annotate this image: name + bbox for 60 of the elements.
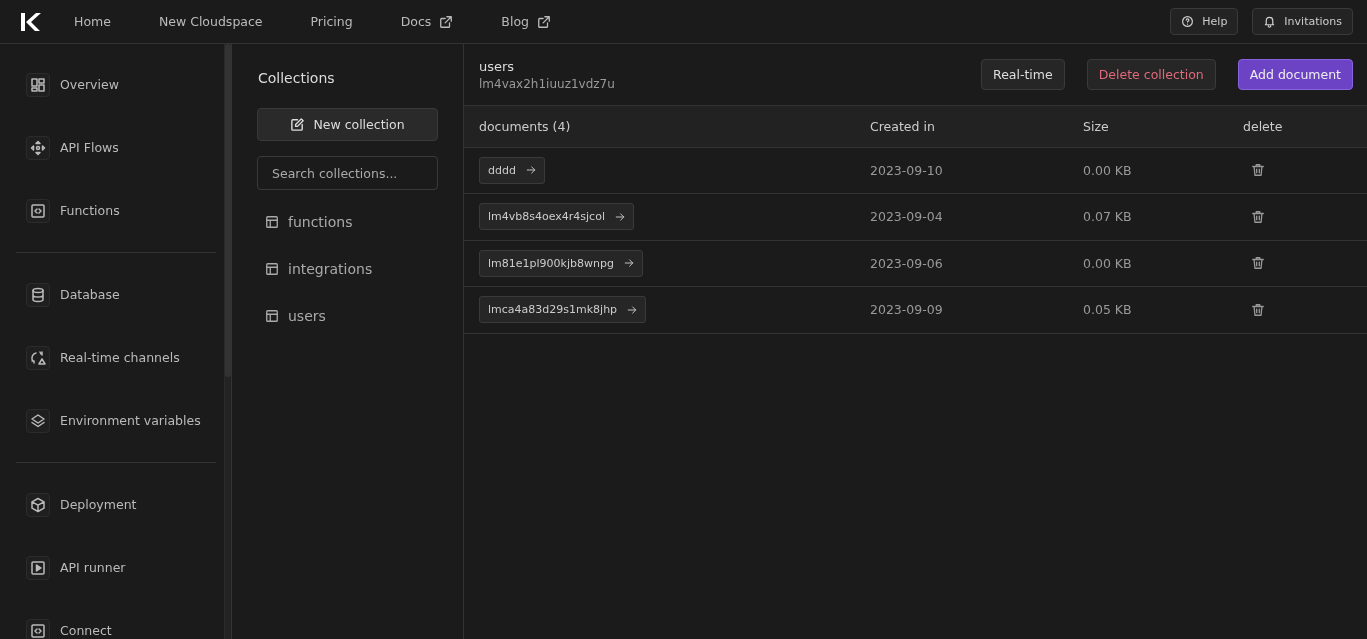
delete-icon[interactable] <box>1251 302 1265 317</box>
table-cell: 0.07 KB <box>1068 193 1228 240</box>
sidebar-item[interactable]: Environment variables <box>16 389 216 452</box>
arrow-right-icon <box>614 211 625 222</box>
table-icon <box>265 214 279 229</box>
table-cell: 2023-09-04 <box>855 193 1068 240</box>
add-document-button[interactable]: Add document <box>1237 59 1353 90</box>
nav-link[interactable]: Pricing <box>310 14 353 29</box>
sidebar-item[interactable]: API runner <box>16 536 216 599</box>
column-header: Size <box>1068 106 1228 147</box>
arrow-right-icon <box>627 304 638 315</box>
nav-link[interactable]: New Cloudspace <box>158 14 263 29</box>
collection-item[interactable]: functions <box>257 198 438 245</box>
realtime-button[interactable]: Real-time <box>981 59 1065 90</box>
search-field[interactable]: Search collections... <box>257 156 438 190</box>
column-header: documents (4) <box>464 106 855 147</box>
table-cell: 0.05 KB <box>1068 286 1228 333</box>
collection-item[interactable]: integrations <box>257 245 438 292</box>
sidebar-item[interactable]: Connect <box>16 599 216 639</box>
help-icon <box>1181 15 1195 28</box>
table-cell: 2023-09-06 <box>855 240 1068 287</box>
arrow-right-icon <box>525 165 536 176</box>
document-link-button[interactable]: lm81e1pl900kjb8wnpg <box>479 249 643 277</box>
document-link-button[interactable]: lm4vb8s4oex4r4sjcol <box>479 203 634 231</box>
sidebar-item[interactable]: API Flows <box>16 116 216 179</box>
nav-link[interactable]: Blog <box>501 14 551 29</box>
table-icon <box>265 308 279 323</box>
table-cell: 0.00 KB <box>1068 240 1228 287</box>
document-link-button[interactable]: dddd <box>479 156 545 184</box>
invitations-button[interactable]: Invitations <box>1252 8 1353 35</box>
delete-icon[interactable] <box>1251 256 1265 271</box>
delete-collection-button[interactable]: Delete collection <box>1086 59 1216 90</box>
table-cell: 2023-09-10 <box>855 147 1068 194</box>
arrow-right-icon <box>623 258 634 269</box>
nav-link[interactable]: Home <box>74 14 111 29</box>
panel-title: Collections <box>258 70 336 86</box>
collection-title: users <box>479 58 516 74</box>
collection-id: lm4vax2h1iuuz1vdz7u <box>479 76 615 91</box>
help-button[interactable]: Help <box>1170 8 1239 35</box>
sidebar-item[interactable]: Deployment <box>16 473 216 536</box>
scrollbar-thumb[interactable] <box>225 44 231 377</box>
logo[interactable] <box>20 11 42 32</box>
document-link-button[interactable]: lmca4a83d29s1mk8jhp <box>479 296 647 324</box>
sidebar-item[interactable]: Real-time channels <box>16 326 216 389</box>
nav-link[interactable]: Docs <box>400 14 454 29</box>
edit-icon <box>290 117 306 132</box>
table-icon <box>265 261 279 276</box>
collection-item[interactable]: users <box>257 292 438 339</box>
delete-icon[interactable] <box>1251 209 1265 224</box>
table-cell: 2023-09-09 <box>855 286 1068 333</box>
sidebar-item[interactable]: Overview <box>16 53 216 116</box>
bell-icon <box>1263 15 1277 28</box>
sidebar-item[interactable]: Database <box>16 263 216 326</box>
new-collection-button[interactable]: New collection <box>257 108 438 141</box>
scrollbar[interactable] <box>224 44 232 639</box>
column-header: delete <box>1228 106 1367 147</box>
column-header: Created in <box>855 106 1068 147</box>
sidebar-item[interactable]: Functions <box>16 179 216 242</box>
delete-icon[interactable] <box>1251 163 1265 178</box>
table-cell: 0.00 KB <box>1068 147 1228 194</box>
